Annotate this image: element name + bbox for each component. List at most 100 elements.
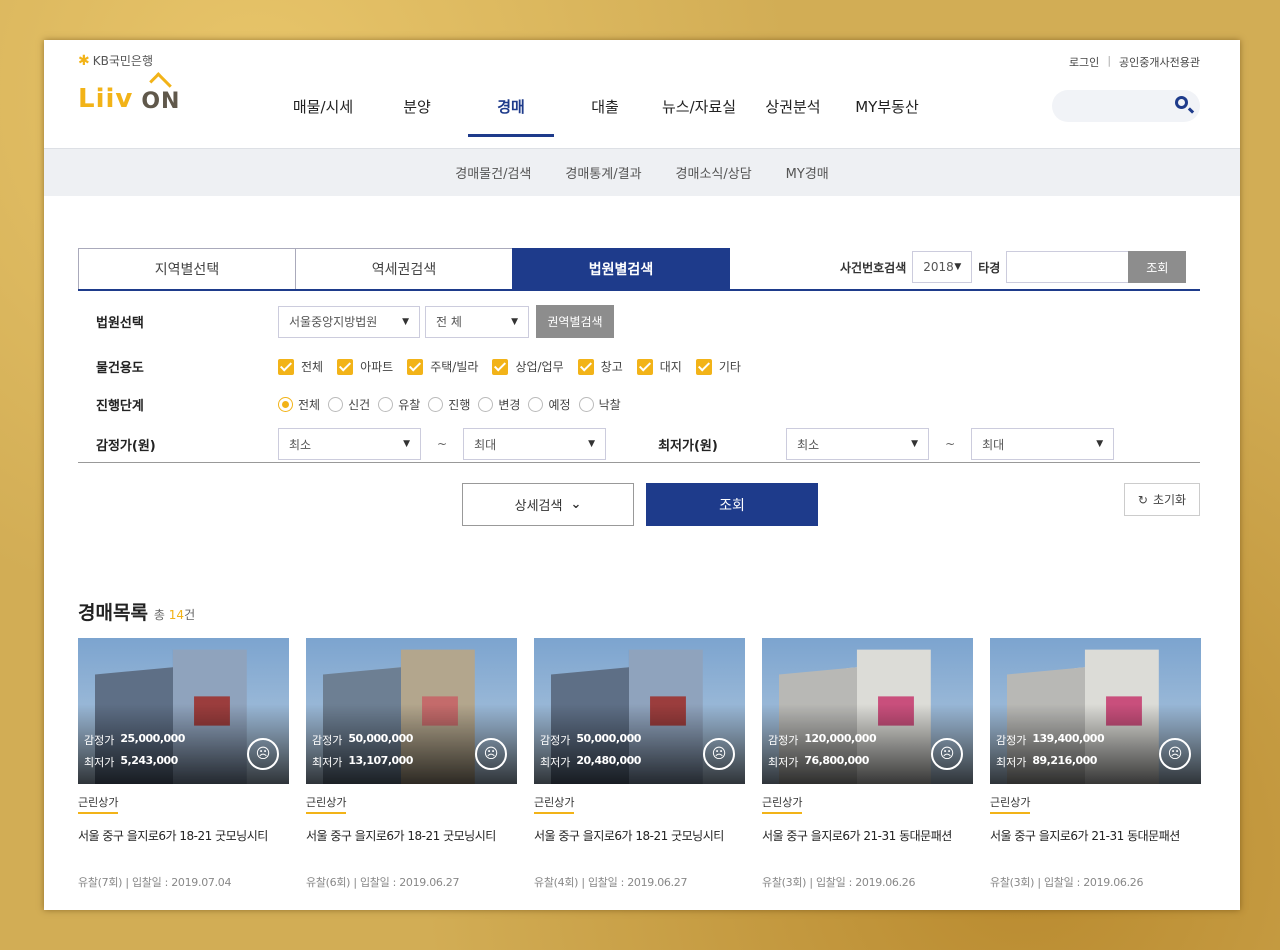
bank-brand: ✱ KB국민은행 [78, 52, 153, 69]
query-button[interactable]: 조회 [646, 483, 818, 526]
checkbox-label: 전체 [301, 360, 324, 374]
appraisal-price-value: 50,000,000 [348, 732, 413, 745]
stage-radio-failed[interactable]: 유찰 [378, 396, 420, 413]
auction-card[interactable]: 감정가 120,000,000 최저가 76,800,000 ☹ 근린상가 서울 중… [762, 638, 973, 890]
reset-label: 초기화 [1152, 493, 1187, 507]
minimum-price-label: 최저가 [312, 756, 343, 769]
main-nav: 매물/시세 분양 경매 대출 뉴스/자료실 상권분석 MY부동산 [276, 96, 934, 137]
branch-select[interactable]: 전 체 ▼ [425, 305, 529, 338]
usage-checkbox-land[interactable]: 대지 [636, 358, 682, 375]
nav-item-news[interactable]: 뉴스/자료실 [652, 96, 746, 137]
minimum-min-select[interactable]: 최소 ▼ [786, 428, 930, 460]
reset-button[interactable]: ↻ 초기화 [1124, 483, 1200, 516]
stage-radio-new[interactable]: 신건 [328, 396, 370, 413]
usage-checkbox-all[interactable]: 전체 [278, 358, 323, 375]
top-links: 로그인 | 공인중개사전용관 [1069, 54, 1200, 70]
stage-radio-progress[interactable]: 진행 [428, 396, 470, 413]
search-icon[interactable] [1175, 96, 1188, 109]
branch-value: 전 체 [436, 315, 462, 329]
search-input[interactable] [1052, 90, 1200, 122]
nav-item-loan[interactable]: 대출 [558, 96, 652, 137]
nav-item-listing[interactable]: 매물/시세 [276, 96, 370, 137]
auction-status: 유찰(4회) | 입찰일 : 2019.06.27 [534, 876, 688, 889]
select-value: 최대 [982, 437, 1005, 452]
auction-status: 유찰(6회) | 입찰일 : 2019.06.27 [306, 876, 460, 889]
tab-region[interactable]: 지역별선택 [78, 248, 296, 290]
auction-card[interactable]: 감정가 50,000,000 최저가 20,480,000 ☹ 근린상가 서울 중구… [534, 638, 745, 890]
radio-icon [578, 397, 594, 412]
property-photo[interactable]: 감정가 50,000,000 최저가 20,480,000 ☹ [534, 638, 745, 784]
subnav-item-my-auction[interactable]: MY경매 [786, 163, 829, 182]
appraisal-min-select[interactable]: 최소 ▼ [278, 428, 421, 460]
liiv-on-logo[interactable]: Liiv ON [78, 84, 180, 114]
auction-card[interactable]: 감정가 25,000,000 최저가 5,243,000 ☹ 근린상가 서울 중구 … [78, 638, 289, 890]
stage-radio-scheduled[interactable]: 예정 [528, 396, 571, 413]
count-prefix: 총 [153, 608, 165, 622]
nav-item-my-realestate[interactable]: MY부동산 [840, 96, 934, 137]
court-select[interactable]: 서울중앙지방법원 ▼ [278, 305, 420, 338]
stage-radio-all[interactable]: 전체 [278, 396, 320, 413]
agent-link[interactable]: 공인중개사전용관 [1119, 54, 1200, 70]
subnav-item-stats[interactable]: 경매통계/결과 [565, 163, 641, 182]
property-photo[interactable]: 감정가 139,400,000 최저가 89,216,000 ☹ [990, 638, 1201, 784]
property-address[interactable]: 서울 중구 을지로6가 18-21 굿모닝시티 [78, 827, 289, 844]
case-number-input[interactable] [1006, 251, 1129, 283]
year-select[interactable]: 2018 ▼ [912, 251, 973, 283]
stage-radio-sold[interactable]: 낙찰 [578, 396, 621, 413]
usage-checkbox-other[interactable]: 기타 [695, 358, 741, 375]
usage-checkbox-commercial[interactable]: 상업/업무 [492, 358, 564, 375]
appraisal-max-select[interactable]: 최대 ▼ [463, 428, 607, 460]
subnav-item-news[interactable]: 경매소식/상담 [676, 163, 752, 182]
checkbox-icon [492, 358, 509, 375]
case-number-search: 사건번호검색 2018 ▼ 타경 조회 [840, 251, 1187, 283]
property-address[interactable]: 서울 중구 을지로6가 21-31 동대문패션 [762, 827, 973, 844]
radio-label: 예정 [548, 398, 571, 412]
login-link[interactable]: 로그인 [1069, 54, 1099, 70]
property-category: 근린상가 [306, 794, 347, 814]
checkbox-label: 주택/빌라 [430, 360, 479, 374]
price-row: 감정가(원) 최소 ▼ ~ 최대 ▼ 최저가(원) 최소 ▼ ~ 최대 ▼ [78, 428, 1115, 460]
sad-face-icon: ☹ [703, 738, 735, 770]
region-search-button[interactable]: 권역별검색 [536, 305, 614, 338]
usage-checkbox-house[interactable]: 주택/빌라 [407, 358, 478, 375]
subnav-item-search[interactable]: 경매물건/검색 [455, 163, 531, 182]
sub-nav: 경매물건/검색 경매통계/결과 경매소식/상담 MY경매 [44, 148, 1240, 196]
nav-item-presale[interactable]: 분양 [370, 96, 464, 137]
usage-checkbox-warehouse[interactable]: 창고 [577, 358, 623, 375]
list-title: 경매목록 [78, 602, 148, 624]
refresh-icon: ↻ [1137, 492, 1148, 507]
nav-item-commercial[interactable]: 상권분석 [746, 96, 840, 137]
minimum-price-value: 13,107,000 [348, 754, 413, 767]
tab-court[interactable]: 법원별검색 [512, 248, 730, 290]
auction-card[interactable]: 감정가 50,000,000 최저가 13,107,000 ☹ 근린상가 서울 중구… [306, 638, 517, 890]
auction-card[interactable]: 감정가 139,400,000 최저가 89,216,000 ☹ 근린상가 서울 중… [990, 638, 1201, 890]
minimum-max-select[interactable]: 최대 ▼ [971, 428, 1115, 460]
radio-icon [478, 397, 494, 412]
appraisal-price-value: 25,000,000 [120, 732, 185, 745]
nav-item-auction[interactable]: 경매 [464, 96, 558, 137]
usage-row: 물건용도 전체 아파트 주택/빌라 상업/업무 창고 대지 기타 [78, 357, 755, 376]
stage-radio-changed[interactable]: 변경 [478, 396, 520, 413]
radio-icon [428, 397, 444, 412]
property-address[interactable]: 서울 중구 을지로6가 18-21 굿모닝시티 [306, 827, 517, 844]
select-value: 최소 [797, 437, 820, 452]
usage-checkbox-apartment[interactable]: 아파트 [337, 358, 393, 375]
property-photo[interactable]: 감정가 120,000,000 최저가 76,800,000 ☹ [762, 638, 973, 784]
minimum-price: 최저가 20,480,000 [540, 754, 641, 770]
tab-station[interactable]: 역세권검색 [295, 248, 513, 290]
minimum-price-label: 최저가 [84, 756, 115, 769]
property-photo[interactable]: 감정가 50,000,000 최저가 13,107,000 ☹ [306, 638, 517, 784]
property-address[interactable]: 서울 중구 을지로6가 18-21 굿모닝시티 [534, 827, 745, 844]
case-query-button[interactable]: 조회 [1128, 251, 1187, 283]
sad-face-icon: ☹ [247, 738, 279, 770]
chevron-down-icon: ⌄ [570, 497, 582, 512]
detail-search-button[interactable]: 상세검색 ⌄ [462, 483, 634, 526]
sad-face-icon: ☹ [1159, 738, 1191, 770]
property-address[interactable]: 서울 중구 을지로6가 21-31 동대문패션 [990, 827, 1201, 844]
case-suffix-label: 타경 [978, 260, 1001, 275]
appraisal-price-value: 50,000,000 [576, 732, 641, 745]
kb-star-icon: ✱ [78, 52, 90, 69]
property-photo[interactable]: 감정가 25,000,000 최저가 5,243,000 ☹ [78, 638, 289, 784]
range-tilde: ~ [945, 437, 956, 451]
checkbox-label: 대지 [659, 360, 682, 374]
